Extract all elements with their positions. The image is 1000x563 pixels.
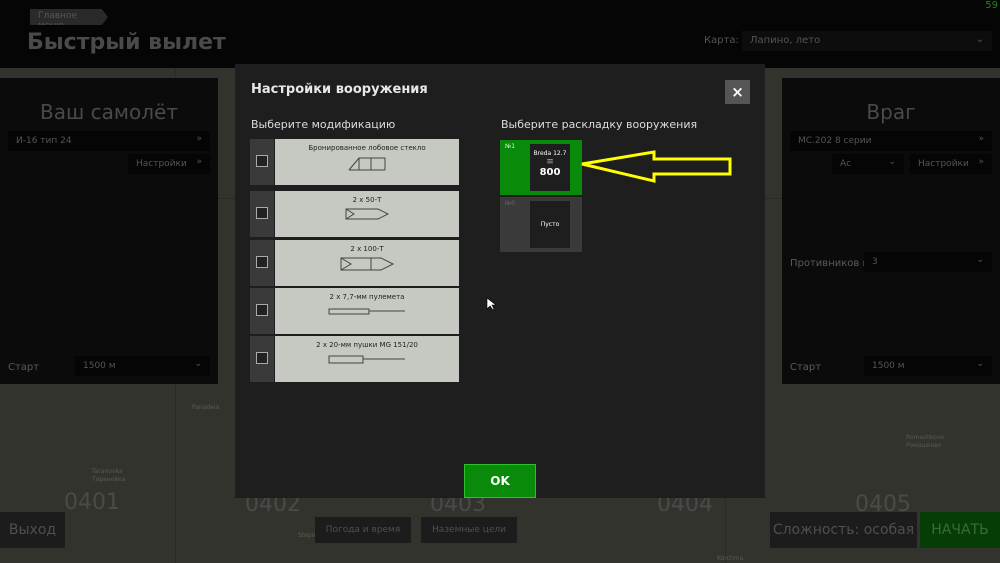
dialog-title: Настройки вооружения xyxy=(251,82,428,97)
cannon-icon xyxy=(328,355,405,364)
ammo-belt-icon: ≡ xyxy=(546,157,554,167)
enemy-skill-select[interactable]: Ас ⌄ xyxy=(832,154,904,174)
start-label: Старт xyxy=(790,362,822,373)
map-label: Карта: xyxy=(704,35,739,46)
start-altitude-select[interactable]: 1500 м ⌄ xyxy=(75,356,210,376)
loadout-slot-0[interactable]: №0 Пусто xyxy=(500,197,582,252)
start-value: 1500 м xyxy=(83,361,116,371)
mod-label: 2 x 50-Т xyxy=(352,196,382,204)
loadout-heading: Выберите раскладку вооружения xyxy=(501,118,698,131)
aircraft-value: И-16 тип 24 xyxy=(16,136,72,146)
checkbox[interactable] xyxy=(256,352,268,364)
checkbox[interactable] xyxy=(256,155,268,167)
slot-number: №0 xyxy=(505,200,516,207)
double-chevron-right-icon: » xyxy=(196,134,202,144)
aircraft-settings-button[interactable]: Настройки » xyxy=(128,154,210,174)
breadcrumb-main-menu[interactable]: Главное меню xyxy=(30,9,108,25)
start-mission-button[interactable]: НАЧАТЬ xyxy=(920,512,1000,548)
map-select-value: Лапино, лето xyxy=(750,35,821,46)
mod-2x7-7mm-mg[interactable]: 2 x 7,7-мм пулемета xyxy=(250,288,459,334)
town-label: Panadeia xyxy=(192,404,220,411)
enemy-settings-button[interactable]: Настройки » xyxy=(910,154,992,174)
enemies-count-select[interactable]: 3 ⌄ xyxy=(864,252,992,272)
map-sector: 0401 xyxy=(64,490,120,515)
panel-title: Враг xyxy=(866,100,916,124)
bomb-icon xyxy=(345,208,390,220)
ok-button[interactable]: OK xyxy=(464,464,536,498)
enemy-start-select[interactable]: 1500 м ⌄ xyxy=(864,356,992,376)
slot-number: №1 xyxy=(505,143,516,150)
mods-heading: Выберите модификацию xyxy=(251,118,396,131)
enemies-label: Противников в xyxy=(790,258,869,269)
difficulty-button[interactable]: Сложность: особая xyxy=(770,512,917,548)
start-label: Старт xyxy=(8,362,40,373)
chevron-down-icon: ⌄ xyxy=(976,359,984,369)
mod-2x50t[interactable]: 2 x 50-Т xyxy=(250,191,459,237)
machine-gun-icon xyxy=(328,308,405,315)
start-value: 1500 м xyxy=(872,361,905,371)
town-label: Тарановка xyxy=(92,476,126,483)
weather-button[interactable]: Погода и время xyxy=(315,517,411,543)
aircraft-select[interactable]: И-16 тип 24 » xyxy=(8,131,210,151)
settings-label: Настройки xyxy=(918,159,969,169)
panel-title: Ваш самолёт xyxy=(40,100,178,124)
skill-value: Ас xyxy=(840,159,852,169)
weapon-name: Breda 12.7 xyxy=(533,150,567,157)
aircraft-value: MC.202 8 серии xyxy=(798,136,872,146)
settings-label: Настройки xyxy=(136,159,187,169)
ammo-count: 800 xyxy=(539,167,561,178)
checkbox[interactable] xyxy=(256,304,268,316)
loadout-slot-1[interactable]: №1 Breda 12.7 ≡ 800 xyxy=(500,140,582,195)
mod-2x100t[interactable]: 2 x 100-Т xyxy=(250,240,459,286)
checkbox[interactable] xyxy=(256,207,268,219)
annotation-arrow-icon xyxy=(581,150,732,183)
double-chevron-right-icon: » xyxy=(196,157,202,167)
town-label: Korchma xyxy=(717,555,744,562)
exit-button[interactable]: Выход xyxy=(0,512,65,548)
mod-2x20mm-mg151[interactable]: 2 x 20-мм пушки MG 151/20 xyxy=(250,336,459,382)
chevron-down-icon: ⌄ xyxy=(888,157,896,167)
double-chevron-right-icon: » xyxy=(978,134,984,144)
enemies-value: 3 xyxy=(872,257,878,267)
mod-armored-glass[interactable]: Бронированное лобовое стекло xyxy=(250,139,459,185)
bomb-icon xyxy=(340,257,395,271)
mod-label: 2 x 7,7-мм пулемета xyxy=(329,293,405,301)
chevron-down-icon: ⌄ xyxy=(975,34,984,45)
enemy-aircraft-select[interactable]: MC.202 8 серии » xyxy=(790,131,992,151)
enemy-panel: Враг MC.202 8 серии » Ас ⌄ Настройки » Прот… xyxy=(782,78,1000,384)
chevron-down-icon: ⌄ xyxy=(976,255,984,265)
double-chevron-right-icon: » xyxy=(978,157,984,167)
mouse-cursor-icon xyxy=(486,297,496,311)
close-button[interactable]: × xyxy=(725,80,750,104)
chevron-down-icon: ⌄ xyxy=(194,359,202,369)
weapon-settings-dialog: Настройки вооружения × Выберите модифика… xyxy=(235,64,765,498)
page-title: Быстрый вылет xyxy=(27,30,226,55)
mod-label: 2 x 20-мм пушки MG 151/20 xyxy=(316,341,418,349)
town-label: Taranovka xyxy=(92,468,123,475)
windscreen-icon xyxy=(348,157,386,171)
mod-label: 2 x 100-Т xyxy=(350,245,384,253)
checkbox[interactable] xyxy=(256,256,268,268)
town-label: Ромашково xyxy=(906,442,942,449)
ground-targets-button[interactable]: Наземные цели xyxy=(421,517,517,543)
weapon-name: Пусто xyxy=(540,221,560,228)
town-label: Romashkovo xyxy=(906,434,945,441)
your-aircraft-panel: Ваш самолёт И-16 тип 24 » Настройки » Стар… xyxy=(0,78,218,384)
map-select[interactable]: Лапино, лето ⌄ xyxy=(742,31,992,51)
fps-counter: 59 xyxy=(985,0,998,11)
mod-label: Бронированное лобовое стекло xyxy=(308,144,426,152)
